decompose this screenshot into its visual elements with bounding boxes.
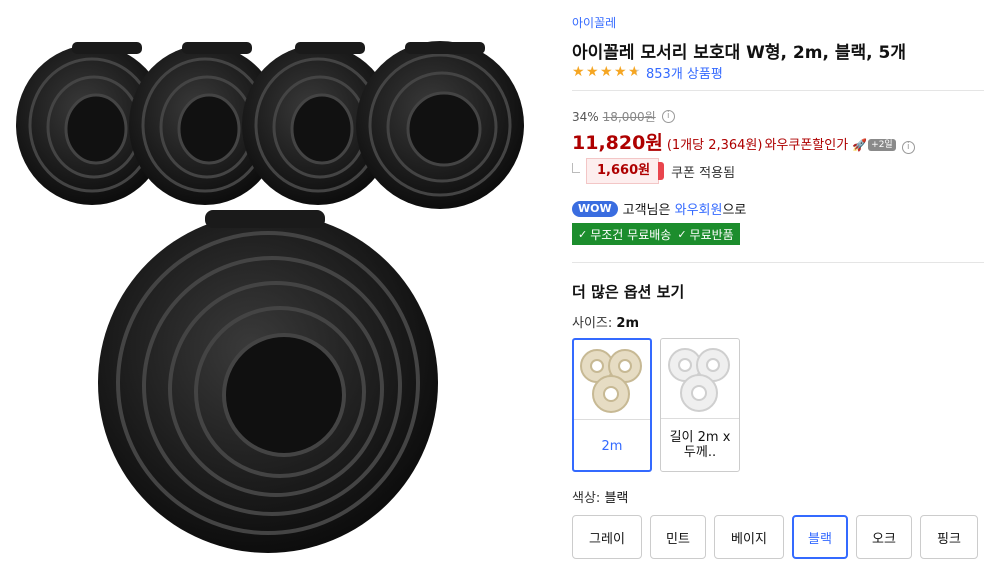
info-icon[interactable]: i: [661, 110, 675, 123]
size-label-text: 사이즈:: [572, 316, 617, 331]
size-selected-value: 2m: [616, 316, 639, 331]
rating[interactable]: ★ ★ ★ ★ ★ 853개 상품평: [572, 63, 723, 82]
wow-badge: WOW: [572, 200, 618, 217]
color-selected-value: 블랙: [604, 491, 629, 506]
star-icon: ★: [586, 64, 599, 80]
free-return-item: ✓ 무료반품: [677, 226, 733, 243]
corner-line: [572, 163, 580, 173]
original-price: 18,000원: [602, 110, 656, 124]
color-option-beige[interactable]: 베이지: [714, 515, 784, 559]
color-option-gray[interactable]: 그레이: [572, 515, 642, 559]
plus-days-badge: +2일: [868, 139, 896, 151]
brand-link[interactable]: 아이꼴레: [572, 14, 616, 31]
size-thumbnail: [574, 340, 650, 420]
wow-member-link[interactable]: 와우회원: [675, 203, 723, 218]
star-icon: ★: [600, 64, 613, 80]
price-row: 11,820원 (1개당 2,364원) 와우쿠폰할인가 🚀 +2일 i: [572, 128, 915, 155]
star-icon: ★: [614, 64, 627, 80]
size-thumbnail: [661, 339, 739, 419]
check-icon: ✓: [578, 227, 588, 241]
wow-text-prefix: 고객님은: [622, 203, 675, 218]
free-shipping-badge: ✓ 무조건 무료배송 ✓ 무료반품: [572, 223, 740, 245]
size-option-2m[interactable]: 2m: [572, 338, 652, 472]
rocket-icon: 🚀: [852, 138, 868, 152]
coupon-applied-text: 쿠폰 적용됨: [671, 165, 736, 181]
size-label: 사이즈: 2m: [572, 312, 639, 331]
wow-text: 고객님은 와우회원으로: [623, 199, 747, 218]
free-shipping-label: 무조건 무료배송: [590, 227, 672, 242]
check-icon: ✓: [677, 227, 687, 241]
size-option-2m-thickness[interactable]: 길이 2m x 두께..: [660, 338, 740, 472]
unit-price: (1개당 2,364원): [666, 138, 763, 153]
discount-row: 34% 18,000원 i: [572, 108, 675, 125]
size-caption: 길이 2m x 두께..: [669, 430, 731, 460]
size-caption: 2m: [601, 438, 623, 454]
star-icon: ★: [572, 64, 585, 80]
half-star-icon: ★: [628, 64, 641, 80]
product-title: 아이꼴레 모서리 보호대 W형, 2m, 블랙, 5개: [572, 43, 906, 63]
color-option-mint[interactable]: 민트: [650, 515, 706, 559]
free-return-label: 무료반품: [689, 227, 734, 242]
wow-membership-row: WOW 고객님은 와우회원으로: [572, 199, 746, 218]
product-image[interactable]: [0, 0, 545, 565]
wow-text-suffix: 으로: [722, 203, 747, 218]
coupon-price-label: 와우쿠폰할인가: [764, 138, 849, 153]
review-count-link[interactable]: 853개 상품평: [646, 63, 723, 82]
free-shipping-item: ✓ 무조건 무료배송: [578, 226, 671, 243]
color-option-black[interactable]: 블랙: [792, 515, 848, 559]
info-icon[interactable]: i: [901, 141, 915, 154]
color-option-oak[interactable]: 오크: [856, 515, 912, 559]
coupon-amount-badge[interactable]: 1,660원: [586, 158, 665, 184]
color-option-pink[interactable]: 핑크: [920, 515, 978, 559]
sale-price: 11,820원: [572, 132, 663, 154]
rocket-badge: 🚀 +2일: [852, 138, 896, 152]
more-options-heading: 더 많은 옵션 보기: [572, 283, 685, 301]
star-rating: ★ ★ ★ ★ ★: [572, 65, 642, 79]
coupon-row: 1,660원 쿠폰 적용됨: [572, 158, 735, 184]
product-info: 아이꼴레 아이꼴레 모서리 보호대 W형, 2m, 블랙, 5개 ★ ★ ★ ★…: [572, 0, 984, 565]
coil-large: [98, 210, 438, 553]
discount-rate: 34%: [572, 109, 599, 124]
color-label: 색상: 블랙: [572, 487, 628, 506]
divider: [572, 90, 984, 91]
color-label-text: 색상:: [572, 491, 605, 506]
coil-small-4: [356, 41, 524, 209]
divider: [572, 262, 984, 263]
